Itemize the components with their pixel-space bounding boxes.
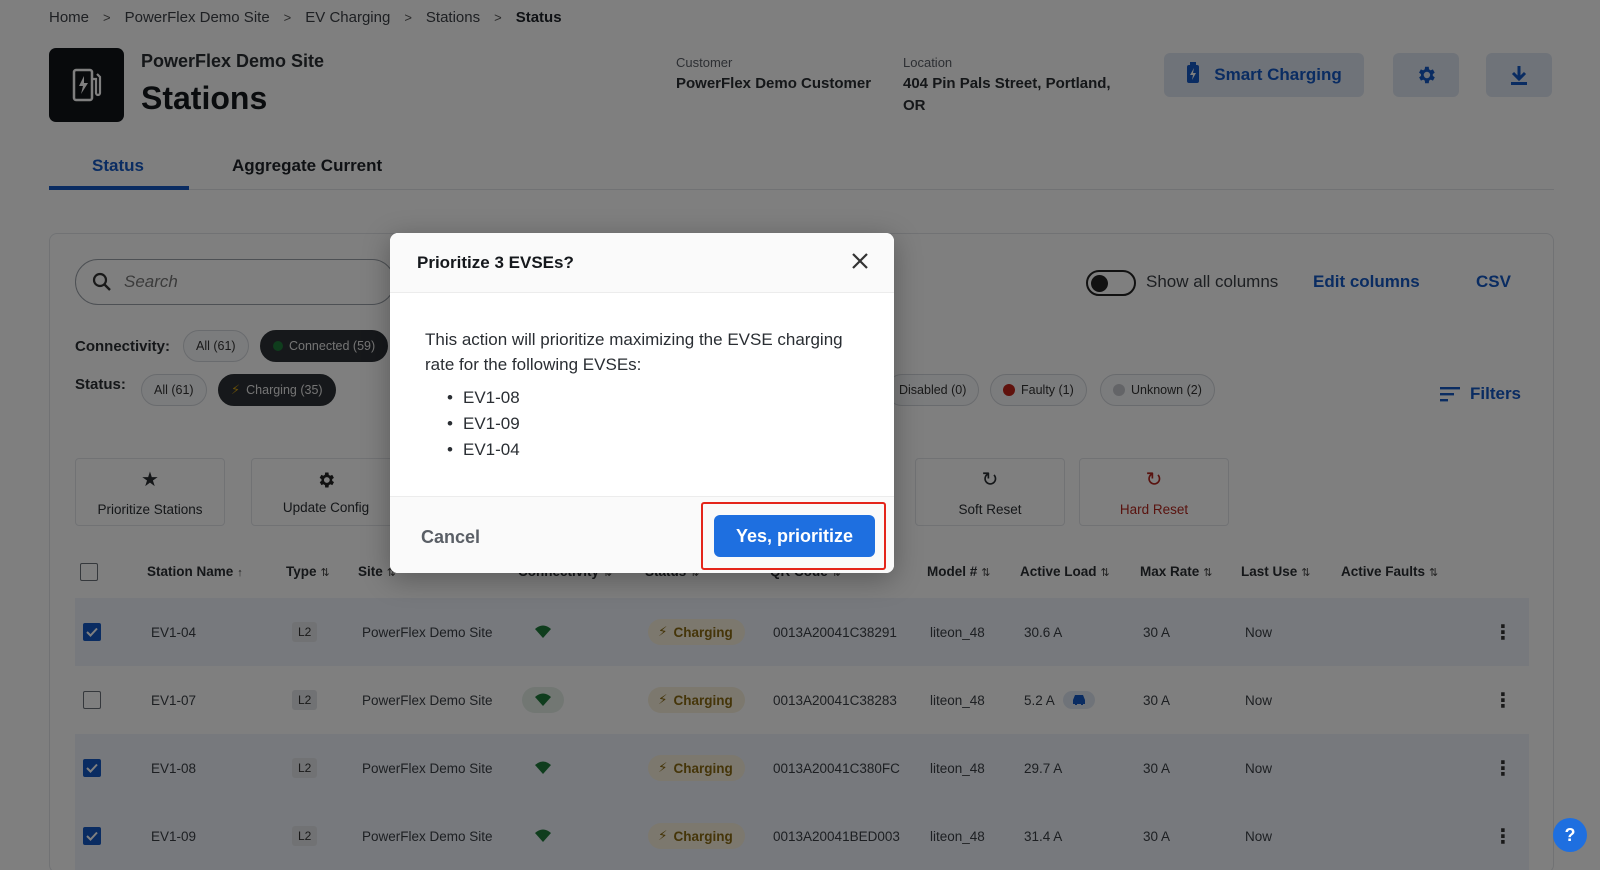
help-button[interactable]: ? — [1553, 818, 1587, 852]
yes-prioritize-button[interactable]: Yes, prioritize — [714, 515, 875, 557]
list-item: EV1-08 — [447, 385, 865, 411]
cancel-button[interactable]: Cancel — [421, 527, 480, 548]
dialog-message: This action will prioritize maximizing t… — [425, 330, 843, 374]
list-item: EV1-09 — [447, 411, 865, 437]
evse-list: EV1-08 EV1-09 EV1-04 — [447, 385, 865, 463]
list-item: EV1-04 — [447, 437, 865, 463]
dialog-body: This action will prioritize maximizing t… — [425, 327, 865, 463]
close-icon[interactable] — [846, 247, 874, 275]
dialog-title: Prioritize 3 EVSEs? — [417, 253, 574, 272]
highlight-box: Yes, prioritize — [701, 502, 886, 570]
prioritize-dialog: Prioritize 3 EVSEs? This action will pri… — [390, 233, 894, 573]
